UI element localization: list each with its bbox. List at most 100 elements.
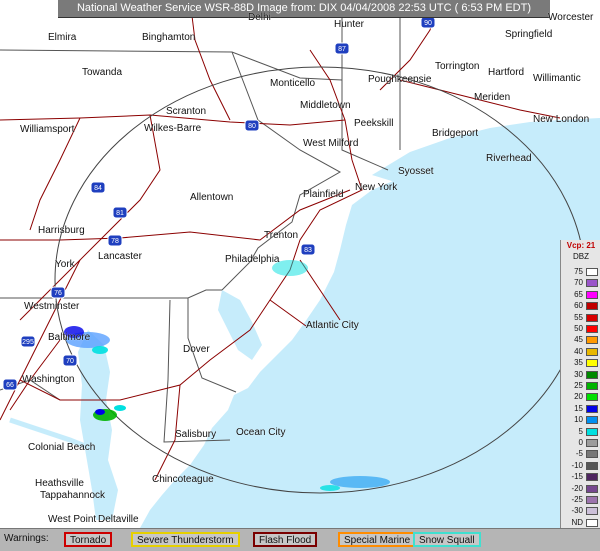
city-label: Monticello	[270, 78, 316, 89]
svg-text:83: 83	[304, 247, 312, 254]
interstate-shield: 81	[112, 206, 128, 219]
legend-value: 75	[574, 267, 583, 276]
city-label: York	[55, 259, 75, 270]
legend-value: 30	[574, 369, 583, 379]
interstate-shield: 84	[90, 181, 106, 194]
city-label: Elmira	[48, 32, 77, 43]
legend-row: 5	[563, 427, 599, 437]
legend-swatch	[586, 279, 598, 288]
svg-text:78: 78	[111, 238, 119, 245]
legend-value: -15	[571, 472, 583, 482]
city-label: Allentown	[190, 192, 234, 203]
legend-swatch	[586, 393, 598, 402]
city-label: Baltimore	[48, 332, 91, 343]
legend-value: 40	[574, 346, 583, 356]
legend-swatch	[586, 404, 598, 413]
legend-swatch	[586, 347, 598, 356]
legend-value: 65	[574, 289, 583, 299]
warning-special-marine-button[interactable]: Special Marine	[338, 532, 417, 547]
dbz-legend: Vcp: 21 DBZ 75 70 65 60 55 50 45 40 35 30 25 20 15 10…	[560, 240, 600, 540]
vcp-label: Vcp: 21	[566, 241, 596, 250]
city-label: Peekskill	[354, 118, 394, 129]
city-label: Salisbury	[175, 429, 217, 440]
city-label: Towanda	[82, 67, 123, 78]
legend-row: 50	[563, 324, 599, 334]
city-label: Middletown	[300, 100, 351, 111]
legend-swatch	[586, 461, 598, 470]
city-label: Wilkes-Barre	[144, 123, 202, 134]
legend-row: -15	[563, 472, 599, 482]
legend-swatch	[586, 473, 598, 482]
legend-row: 70	[563, 278, 599, 288]
legend-swatch	[586, 302, 598, 311]
city-label: Binghamton	[142, 32, 196, 43]
warning-tornado-button[interactable]: Tornado	[64, 532, 113, 547]
warning-snow-squall-button[interactable]: Snow Squall	[413, 532, 481, 547]
warnings-bar: Warnings: Tornado Severe Thunderstorm Flas…	[0, 528, 600, 551]
city-label: New London	[533, 114, 590, 125]
warning-severe-thunderstorm-button[interactable]: Severe Thunderstorm	[131, 532, 240, 547]
city-label: Heathsville	[35, 478, 84, 489]
legend-value: -10	[571, 460, 583, 470]
legend-row: 40	[563, 347, 599, 357]
legend-row: 75	[563, 267, 599, 277]
city-label: Torrington	[435, 61, 480, 72]
warning-flash-flood-button[interactable]: Flash Flood	[253, 532, 318, 547]
legend-row: 25	[563, 381, 599, 391]
city-label: Willimantic	[533, 73, 581, 84]
legend-row: -25	[563, 495, 599, 505]
svg-text:70: 70	[66, 358, 74, 365]
city-label: Tappahannock	[40, 490, 106, 501]
legend-value: 45	[574, 335, 583, 345]
legend-value: -20	[571, 483, 583, 493]
city-label: Worcester	[548, 12, 594, 23]
city-label: Williamsport	[20, 124, 75, 135]
legend-swatch	[586, 416, 598, 425]
interstate-shield: 66	[2, 378, 18, 391]
interstate-shield: 78	[107, 234, 123, 247]
city-label: Springfield	[505, 29, 553, 40]
legend-value: 20	[574, 392, 583, 402]
legend-row: 35	[563, 358, 599, 368]
legend-swatch	[586, 484, 598, 493]
legend-row: 45	[563, 335, 599, 345]
city-label: Scranton	[166, 106, 207, 117]
legend-row: -30	[563, 506, 599, 516]
legend-row: -10	[563, 461, 599, 471]
svg-text:295: 295	[22, 339, 34, 346]
legend-swatch	[586, 439, 598, 447]
warnings-label: Warnings:	[4, 533, 49, 544]
city-label: Washington	[22, 374, 75, 385]
city-label: Hunter	[334, 19, 365, 30]
legend-value: ND	[571, 517, 583, 527]
legend-row: 20	[563, 392, 599, 402]
interstate-shield: 295	[20, 335, 36, 348]
dbz-unit-label: DBZ	[573, 252, 589, 261]
legend-row: 15	[563, 404, 599, 414]
legend-swatch	[586, 507, 598, 516]
legend-value: 70	[574, 278, 583, 288]
legend-swatch	[586, 496, 598, 504]
legend-swatch	[586, 336, 598, 345]
legend-swatch	[586, 427, 598, 436]
legend-row: 0	[563, 438, 599, 448]
legend-value: 0	[578, 438, 583, 447]
city-label: Syosset	[398, 166, 434, 177]
legend-swatch	[586, 518, 598, 527]
legend-row: 60	[563, 301, 599, 311]
legend-swatch	[586, 313, 598, 322]
interstate-shield: 87	[334, 42, 350, 55]
legend-value: 25	[574, 381, 583, 390]
title-bar: National Weather Service WSR-88D Image f…	[58, 0, 550, 18]
city-label: Bridgeport	[432, 128, 479, 139]
city-label: Philadelphia	[225, 254, 280, 265]
city-label: Ocean City	[236, 427, 286, 438]
legend-swatch	[586, 290, 598, 299]
legend-row: ND	[563, 518, 599, 528]
legend-value: 55	[574, 312, 583, 322]
legend-row: 65	[563, 290, 599, 300]
legend-value: -25	[571, 495, 583, 504]
legend-row: 10	[563, 415, 599, 425]
city-label: Harrisburg	[38, 225, 85, 236]
city-label: Plainfield	[303, 189, 344, 200]
